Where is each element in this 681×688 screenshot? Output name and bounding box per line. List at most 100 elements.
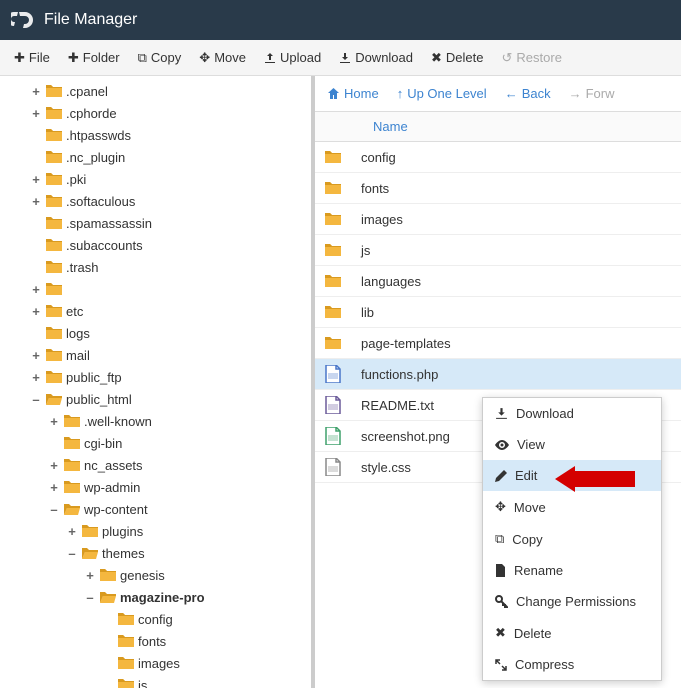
tree-item[interactable]: +plugins	[0, 520, 311, 542]
tree-expander[interactable]: +	[30, 194, 42, 209]
upload-button[interactable]: Upload	[256, 45, 329, 70]
delete-button[interactable]: ✖Delete	[423, 45, 491, 71]
restore-button[interactable]: ↺Restore	[494, 45, 570, 71]
tree-expander[interactable]: +	[30, 370, 42, 385]
tree-expander[interactable]	[30, 216, 42, 231]
context-rename[interactable]: Rename	[483, 555, 661, 586]
table-header[interactable]: Name	[315, 112, 681, 142]
tree-expander[interactable]	[102, 634, 114, 649]
new-file-button[interactable]: ✚File	[6, 45, 58, 71]
context-permissions[interactable]: Change Permissions	[483, 586, 661, 617]
file-row[interactable]: images	[315, 204, 681, 235]
tree-expander[interactable]: +	[30, 84, 42, 99]
file-row[interactable]: page-templates	[315, 328, 681, 359]
tree-item[interactable]: – wp-content	[0, 498, 311, 520]
tree-expander[interactable]: +	[48, 458, 60, 473]
context-download[interactable]: Download	[483, 398, 661, 429]
tree-expander[interactable]: +	[66, 524, 78, 539]
tree-item-label: fonts	[138, 634, 166, 649]
tree-expander[interactable]	[30, 128, 42, 143]
file-row[interactable]: languages	[315, 266, 681, 297]
folder-icon	[64, 502, 80, 516]
home-button[interactable]: Home	[327, 86, 379, 101]
tree-expander[interactable]	[102, 656, 114, 671]
file-name: languages	[361, 274, 421, 289]
tree-expander[interactable]: –	[66, 546, 78, 561]
tree-item[interactable]: fonts	[0, 630, 311, 652]
file-row[interactable]: functions.php	[315, 359, 681, 390]
file-row[interactable]: lib	[315, 297, 681, 328]
tree-item-label: cgi-bin	[84, 436, 122, 451]
tree-item[interactable]: cgi-bin	[0, 432, 311, 454]
tree-expander[interactable]	[102, 612, 114, 627]
tree-expander[interactable]: –	[48, 502, 60, 517]
tree-item-label: wp-content	[84, 502, 148, 517]
tree-expander[interactable]	[102, 678, 114, 688]
file-row[interactable]: fonts	[315, 173, 681, 204]
tree-item[interactable]: +	[0, 278, 311, 300]
context-move[interactable]: ✥Move	[483, 491, 661, 523]
copy-button[interactable]: ⧉Copy	[130, 45, 190, 71]
tree-item[interactable]: .trash	[0, 256, 311, 278]
tree-item[interactable]: +.pki	[0, 168, 311, 190]
tree-item[interactable]: +.cpanel	[0, 80, 311, 102]
tree-item[interactable]: – magazine-pro	[0, 586, 311, 608]
tree-item[interactable]: +nc_assets	[0, 454, 311, 476]
context-compress[interactable]: Compress	[483, 649, 661, 680]
tree-item[interactable]: .subaccounts	[0, 234, 311, 256]
folder-icon	[118, 612, 134, 626]
tree-expander[interactable]	[30, 150, 42, 165]
tree-item[interactable]: +wp-admin	[0, 476, 311, 498]
context-view[interactable]: View	[483, 429, 661, 460]
tree-expander[interactable]: +	[30, 304, 42, 319]
tree-expander[interactable]: +	[30, 348, 42, 363]
tree-expander[interactable]: +	[84, 568, 96, 583]
move-icon: ✥	[199, 50, 210, 66]
tree-expander[interactable]: +	[48, 414, 60, 429]
move-button[interactable]: ✥Move	[191, 45, 254, 71]
tree-item[interactable]: logs	[0, 322, 311, 344]
tree-item[interactable]: +etc	[0, 300, 311, 322]
file-row[interactable]: js	[315, 235, 681, 266]
tree-expander[interactable]	[30, 260, 42, 275]
tree-item[interactable]: +genesis	[0, 564, 311, 586]
tree-item-label: magazine-pro	[120, 590, 205, 605]
forward-button[interactable]: →Forw	[569, 86, 615, 101]
tree-item[interactable]: –public_html	[0, 388, 311, 410]
tree-expander[interactable]: +	[30, 172, 42, 187]
tree-expander[interactable]: –	[84, 590, 96, 605]
folder-icon	[82, 546, 98, 560]
tree-item[interactable]: +.softaculous	[0, 190, 311, 212]
tree-expander[interactable]: +	[30, 106, 42, 121]
tree-item[interactable]: .nc_plugin	[0, 146, 311, 168]
folder-icon	[323, 302, 343, 322]
file-name: functions.php	[361, 367, 438, 382]
tree-expander[interactable]	[48, 436, 60, 451]
tree-expander[interactable]: –	[30, 392, 42, 407]
context-delete[interactable]: ✖Delete	[483, 617, 661, 649]
tree-expander[interactable]	[30, 326, 42, 341]
name-column-header[interactable]: Name	[373, 119, 408, 134]
tree-item[interactable]: +.well-known	[0, 410, 311, 432]
tree-item[interactable]: .spamassassin	[0, 212, 311, 234]
download-button[interactable]: Download	[331, 45, 421, 70]
new-folder-button[interactable]: ✚Folder	[60, 45, 128, 71]
context-copy[interactable]: ⧉Copy	[483, 523, 661, 555]
tree-item[interactable]: +.cphorde	[0, 102, 311, 124]
tree-item[interactable]: config	[0, 608, 311, 630]
tree-item[interactable]: +public_ftp	[0, 366, 311, 388]
tree-expander[interactable]: +	[30, 282, 42, 297]
tree-expander[interactable]: +	[48, 480, 60, 495]
file-row[interactable]: config	[315, 142, 681, 173]
tree-item[interactable]: .htpasswds	[0, 124, 311, 146]
back-button[interactable]: ←Back	[505, 86, 551, 101]
tree-item[interactable]: –themes	[0, 542, 311, 564]
folder-icon	[46, 238, 62, 252]
tree-item[interactable]: +mail	[0, 344, 311, 366]
up-one-level-button[interactable]: ↑Up One Level	[397, 86, 487, 101]
folder-tree[interactable]: +.cpanel+.cphorde .htpasswds .nc_plugin+…	[0, 76, 315, 688]
tree-item[interactable]: images	[0, 652, 311, 674]
tree-expander[interactable]	[30, 238, 42, 253]
tree-item[interactable]: js	[0, 674, 311, 688]
tree-item-label: .htpasswds	[66, 128, 131, 143]
